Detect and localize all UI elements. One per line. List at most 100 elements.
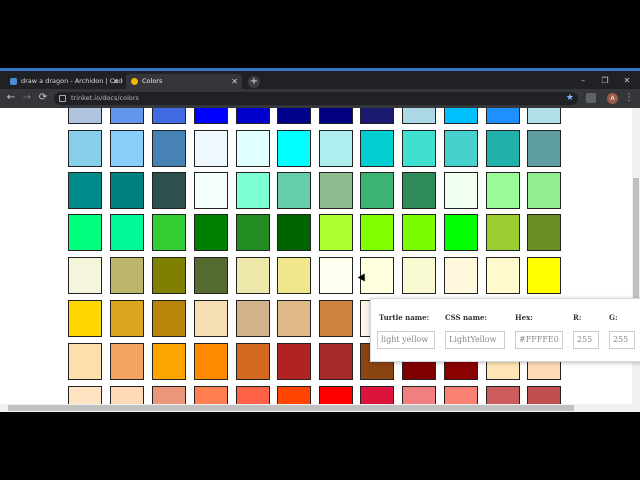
color-swatch[interactable] [194, 214, 228, 251]
color-swatch[interactable] [194, 300, 228, 337]
color-swatch[interactable] [360, 172, 394, 209]
color-swatch[interactable] [527, 257, 561, 294]
color-swatch[interactable] [444, 214, 478, 251]
tab-close-icon[interactable]: ✕ [231, 74, 238, 89]
color-swatch[interactable] [319, 257, 353, 294]
color-swatch[interactable] [194, 343, 228, 380]
color-swatch[interactable] [236, 130, 270, 167]
color-swatch[interactable] [110, 343, 144, 380]
back-button[interactable]: ← [4, 91, 18, 105]
url-text[interactable]: trinket.io/docs/colors [71, 92, 139, 105]
minimize-button[interactable]: – [572, 74, 594, 88]
color-swatch[interactable] [402, 386, 436, 404]
color-swatch[interactable] [486, 257, 520, 294]
color-swatch[interactable] [277, 214, 311, 251]
color-swatch[interactable] [319, 130, 353, 167]
color-swatch[interactable] [402, 130, 436, 167]
color-swatch[interactable] [110, 300, 144, 337]
color-swatch[interactable] [319, 386, 353, 404]
color-swatch[interactable] [236, 386, 270, 404]
color-swatch[interactable] [319, 108, 353, 124]
color-swatch[interactable] [110, 172, 144, 209]
color-swatch[interactable] [152, 214, 186, 251]
color-swatch[interactable] [110, 130, 144, 167]
color-swatch[interactable] [152, 172, 186, 209]
color-swatch[interactable] [236, 108, 270, 124]
color-swatch[interactable] [527, 108, 561, 124]
close-window-button[interactable]: ✕ [616, 74, 638, 88]
forward-button[interactable]: → [20, 91, 34, 105]
tab-close-icon[interactable]: ✕ [112, 74, 119, 89]
tab-dragon[interactable]: draw a dragon - Archidon | Code ✕ [5, 74, 123, 89]
color-swatch[interactable] [277, 108, 311, 124]
color-swatch[interactable] [152, 108, 186, 124]
color-swatch[interactable] [68, 300, 102, 337]
color-swatch[interactable] [402, 257, 436, 294]
color-swatch[interactable] [402, 214, 436, 251]
color-swatch[interactable] [360, 386, 394, 404]
horizontal-scroll-thumb[interactable] [8, 405, 574, 411]
maximize-button[interactable]: ❐ [594, 74, 616, 88]
extension-icon[interactable] [586, 93, 596, 103]
color-swatch[interactable] [277, 300, 311, 337]
color-swatch[interactable] [444, 257, 478, 294]
reload-button[interactable]: ⟳ [36, 91, 50, 105]
color-swatch[interactable] [68, 214, 102, 251]
color-swatch[interactable] [68, 172, 102, 209]
color-swatch[interactable] [319, 343, 353, 380]
color-swatch[interactable] [277, 172, 311, 209]
color-swatch[interactable] [444, 108, 478, 124]
color-swatch[interactable] [486, 214, 520, 251]
bookmark-star-icon[interactable]: ★ [566, 92, 574, 105]
color-swatch[interactable] [194, 386, 228, 404]
r-field[interactable]: 255 [573, 331, 599, 349]
horizontal-scrollbar[interactable] [0, 404, 640, 412]
color-swatch[interactable] [68, 108, 102, 124]
color-swatch[interactable] [277, 257, 311, 294]
color-swatch[interactable] [486, 108, 520, 124]
color-swatch[interactable] [152, 300, 186, 337]
color-swatch[interactable] [236, 172, 270, 209]
color-swatch[interactable] [486, 172, 520, 209]
color-swatch[interactable] [110, 214, 144, 251]
color-swatch[interactable] [527, 172, 561, 209]
color-swatch[interactable] [152, 130, 186, 167]
tab-colors[interactable]: Colors ✕ [126, 74, 242, 89]
color-swatch[interactable] [486, 386, 520, 404]
color-swatch[interactable] [68, 386, 102, 404]
color-swatch[interactable] [110, 386, 144, 404]
color-swatch[interactable] [152, 343, 186, 380]
color-swatch[interactable] [444, 172, 478, 209]
color-swatch[interactable] [360, 130, 394, 167]
g-field[interactable]: 255 [609, 331, 635, 349]
color-swatch[interactable] [194, 172, 228, 209]
color-swatch[interactable] [360, 214, 394, 251]
color-swatch[interactable] [277, 343, 311, 380]
profile-avatar[interactable]: A [607, 93, 618, 104]
color-swatch[interactable] [402, 108, 436, 124]
color-swatch[interactable] [152, 386, 186, 404]
color-swatch[interactable] [444, 386, 478, 404]
color-swatch[interactable] [527, 130, 561, 167]
hex-field[interactable]: #FFFFE0 [515, 331, 563, 349]
color-swatch[interactable] [277, 130, 311, 167]
color-swatch[interactable] [194, 108, 228, 124]
turtle-name-field[interactable]: light yellow [377, 331, 435, 349]
color-swatch[interactable] [194, 130, 228, 167]
color-swatch[interactable] [527, 214, 561, 251]
color-swatch[interactable] [236, 343, 270, 380]
color-swatch[interactable] [319, 300, 353, 337]
color-swatch[interactable] [152, 257, 186, 294]
new-tab-button[interactable]: + [248, 76, 260, 88]
color-swatch[interactable] [486, 130, 520, 167]
color-swatch[interactable] [319, 172, 353, 209]
color-swatch[interactable] [277, 386, 311, 404]
color-swatch[interactable] [236, 214, 270, 251]
color-swatch[interactable] [444, 130, 478, 167]
color-swatch[interactable] [527, 386, 561, 404]
color-swatch[interactable] [110, 108, 144, 124]
color-swatch[interactable] [68, 343, 102, 380]
color-swatch[interactable] [319, 214, 353, 251]
browser-menu-icon[interactable]: ⋮ [624, 91, 634, 105]
color-swatch[interactable] [360, 108, 394, 124]
